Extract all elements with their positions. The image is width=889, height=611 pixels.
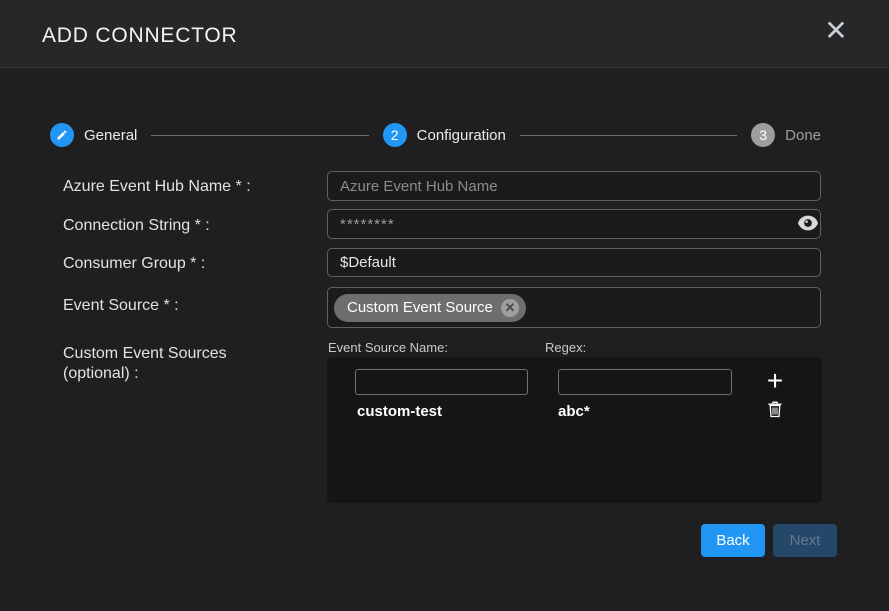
custom-event-sources-panel: + custom-test abc* — [327, 357, 822, 503]
add-icon[interactable]: + — [760, 365, 790, 397]
back-button[interactable]: Back — [701, 524, 765, 557]
eye-icon[interactable] — [795, 215, 821, 233]
step-connector-line-1 — [151, 135, 368, 136]
connection-string-input[interactable] — [327, 209, 821, 239]
dialog-title: ADD CONNECTOR — [42, 24, 238, 48]
step-done: 3 Done — [751, 123, 821, 147]
event-source-row-regex: abc* — [558, 403, 590, 420]
step-3-badge: 3 — [751, 123, 775, 147]
event-source-row-name: custom-test — [357, 403, 442, 420]
wizard-stepper: General 2 Configuration 3 Done — [50, 123, 821, 147]
consumer-group-label: Consumer Group * : — [63, 255, 205, 273]
step-2-badge: 2 — [383, 123, 407, 147]
custom-event-sources-label-line1: Custom Event Sources — [63, 344, 227, 364]
step-configuration-label: Configuration — [417, 127, 506, 144]
step-general-label: General — [84, 127, 137, 144]
pencil-icon — [50, 123, 74, 147]
dialog-header: ADD CONNECTOR ✕ — [0, 0, 889, 68]
consumer-group-input[interactable] — [327, 248, 821, 277]
azure-event-hub-name-label: Azure Event Hub Name * : — [63, 178, 251, 196]
close-icon[interactable]: ✕ — [821, 14, 851, 48]
column-header-event-source-name: Event Source Name: — [328, 340, 448, 355]
event-source-label: Event Source * : — [63, 297, 179, 315]
next-button[interactable]: Next — [773, 524, 837, 557]
connection-string-label: Connection String * : — [63, 217, 210, 235]
trash-icon[interactable] — [765, 401, 785, 421]
step-general[interactable]: General — [50, 123, 137, 147]
event-source-input[interactable]: Custom Event Source ✕ — [327, 287, 821, 328]
step-done-label: Done — [785, 127, 821, 144]
chip-remove-icon[interactable]: ✕ — [501, 299, 519, 317]
azure-event-hub-name-input[interactable] — [327, 171, 821, 201]
add-connector-dialog: ADD CONNECTOR ✕ General 2 Configuration … — [0, 0, 889, 611]
event-source-chip-label: Custom Event Source — [347, 299, 493, 316]
column-header-regex: Regex: — [545, 340, 586, 355]
event-source-chip: Custom Event Source ✕ — [334, 294, 526, 322]
custom-event-sources-label-line2: (optional) : — [63, 364, 139, 384]
new-event-source-name-input[interactable] — [355, 369, 528, 395]
step-configuration[interactable]: 2 Configuration — [383, 123, 506, 147]
new-regex-input[interactable] — [558, 369, 732, 395]
step-connector-line-2 — [520, 135, 737, 136]
